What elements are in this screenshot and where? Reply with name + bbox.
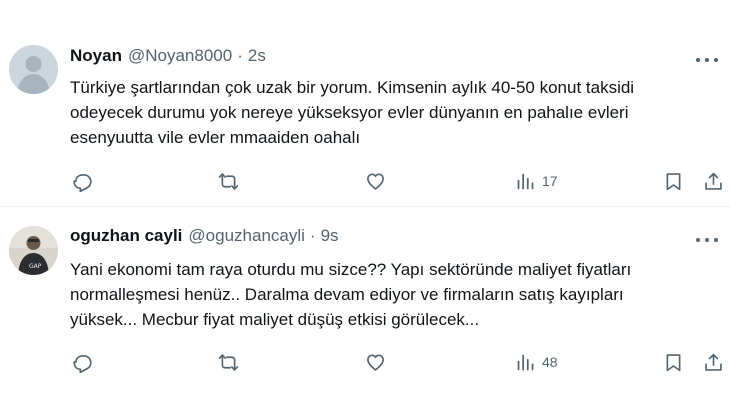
like-icon	[367, 353, 384, 371]
retweet-icon	[218, 353, 239, 371]
tweet[interactable]: Noyan @Noyan8000 · 2s Türkiye şartlarınd…	[0, 0, 730, 206]
like-icon	[367, 172, 384, 190]
tweet-text: Yani ekonomi tam raya oturdu mu sizce?? …	[70, 257, 710, 332]
retweet-button[interactable]	[218, 350, 239, 374]
display-name[interactable]: oguzhan cayli	[70, 226, 182, 246]
profile-photo-icon: GAP	[9, 226, 58, 275]
share-button[interactable]	[703, 169, 724, 193]
like-button[interactable]	[365, 350, 386, 374]
share-button[interactable]	[703, 350, 724, 374]
retweet-button[interactable]	[218, 169, 239, 193]
views-icon	[517, 173, 534, 189]
tweet-text-line: Yani ekonomi tam raya oturdu mu sizce?? …	[70, 260, 632, 279]
separator-dot: ·	[237, 46, 243, 65]
reply-button[interactable]	[72, 169, 93, 193]
bookmark-button[interactable]	[663, 350, 684, 374]
bookmark-button[interactable]	[663, 169, 684, 193]
reply-icon	[73, 354, 92, 373]
more-icon[interactable]	[696, 53, 718, 67]
tweet-header: oguzhan cayli @oguzhancayli · 9s	[70, 226, 339, 248]
share-icon	[705, 172, 722, 190]
reply-button[interactable]	[72, 350, 93, 374]
timeline-feed: Noyan @Noyan8000 · 2s Türkiye şartlarınd…	[0, 0, 730, 420]
retweet-icon	[218, 172, 239, 190]
default-avatar-icon	[9, 45, 58, 94]
bookmark-icon	[666, 172, 681, 190]
tweet-text-line: esenyuutta vile evler mmaaiden oahalı	[70, 128, 361, 147]
reply-icon	[73, 173, 92, 192]
avatar[interactable]: GAP	[9, 226, 58, 275]
tweet-text-line: Türkiye şartlarından çok uzak bir yorum.…	[70, 78, 635, 97]
tweet-text-line: normalleşmesi henüz.. Daralma devam ediy…	[70, 285, 624, 304]
bookmark-icon	[666, 353, 681, 371]
tweet-text: Türkiye şartlarından çok uzak bir yorum.…	[70, 75, 710, 150]
tweet[interactable]: GAP oguzhan cayli @oguzhancayli · 9s Yan…	[0, 207, 730, 420]
tweet-text-line: yüksek... Mecbur fiyat maliyet düşüş etk…	[70, 310, 480, 329]
more-icon[interactable]	[696, 233, 718, 247]
views-count: 17	[542, 173, 558, 189]
timestamp[interactable]: 9s	[321, 226, 339, 246]
separator-dot: ·	[309, 226, 316, 245]
views-count: 48	[542, 354, 558, 370]
svg-text:GAP: GAP	[29, 263, 42, 270]
tweet-text-line: odeyecek durumu yok nereye yükseksyor ev…	[70, 103, 629, 122]
action-bar: 17	[0, 169, 730, 193]
views-icon	[517, 354, 534, 370]
share-icon	[705, 353, 722, 371]
timestamp[interactable]: 2s	[248, 46, 266, 66]
views-button[interactable]: 17	[515, 169, 558, 193]
action-bar: 48	[0, 350, 730, 374]
avatar[interactable]	[9, 45, 58, 94]
tweet-header: Noyan @Noyan8000 · 2s	[70, 46, 266, 68]
display-name[interactable]: Noyan	[70, 46, 122, 66]
views-button[interactable]: 48	[515, 350, 558, 374]
user-handle[interactable]: @Noyan8000	[128, 46, 232, 66]
user-handle[interactable]: @oguzhancayli	[188, 226, 305, 246]
like-button[interactable]	[365, 169, 386, 193]
